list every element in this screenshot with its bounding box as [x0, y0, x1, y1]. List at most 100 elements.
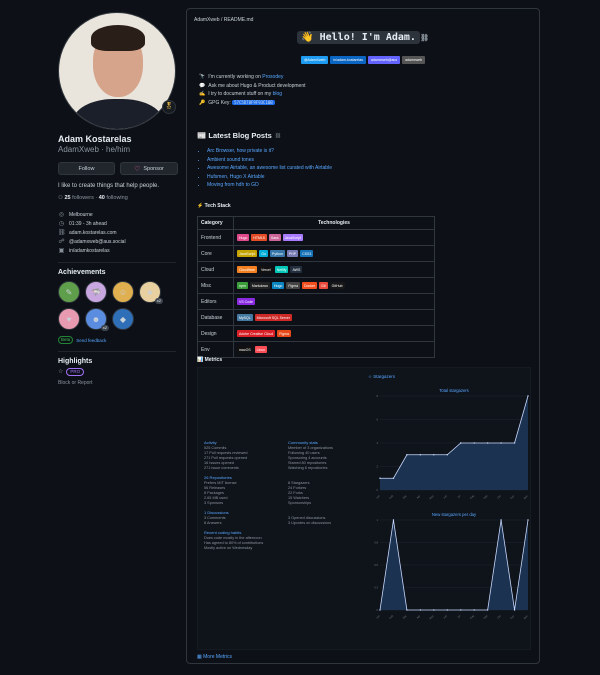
x-tick-label: Jun: [442, 493, 448, 499]
blog-section-title: 📰 Latest Blog Posts ⛓: [197, 131, 281, 140]
table-row: Database MySQL Microsoft SQL Server: [197, 309, 435, 326]
more-metrics-link[interactable]: ▦ More Metrics: [197, 654, 232, 660]
block-report-link[interactable]: Block or Report: [58, 380, 180, 386]
status-emoji[interactable]: 🎖: [162, 100, 176, 114]
gpg-key[interactable]: 57C5D78F9F93C10B: [232, 100, 275, 106]
tech-chips: Hugo HTML5 Sass JavaScript: [233, 229, 435, 246]
tech-chip: Go: [259, 250, 269, 257]
followers-count[interactable]: 25: [64, 195, 70, 201]
blog-post-link[interactable]: Hufsmen, Hugo X Airtable: [207, 174, 332, 183]
follow-button[interactable]: Follow: [58, 162, 115, 175]
pair-extraordinaire-badge[interactable]: ☻ x2: [85, 308, 109, 331]
intro-list: 🔭 I'm currently working on Prosodey 💬 Ask m…: [199, 73, 306, 107]
readme-path[interactable]: AdamXweb / README.md: [194, 17, 253, 23]
tech-chip: Python: [270, 250, 285, 257]
link-icon[interactable]: ⛓: [420, 34, 429, 42]
community-block: Community stats Member of 3 organizations…: [288, 440, 364, 471]
blog-post-link[interactable]: Arc Browser, how private is it?: [207, 148, 332, 157]
tech-category: Misc: [197, 277, 234, 294]
detail-text: Melbourne: [69, 211, 93, 218]
blog-post-link[interactable]: Moving from hdh to GD: [207, 182, 332, 191]
profile-detail[interactable]: ▣ in/adamkostarelas: [58, 246, 180, 255]
y-tick-label: 8: [377, 394, 379, 398]
x-tick-label: Dec: [523, 613, 530, 620]
tech-chip: Adobe Creative Cloud: [237, 330, 276, 337]
link-icon[interactable]: ⛓: [275, 133, 281, 139]
metrics-image[interactable]: Activity 525 Commits 17 Pull requests revi…: [197, 367, 531, 650]
intro-text: GPG Key: 57C5D78F9F93C10B: [208, 100, 275, 107]
chart-title: Total stargazers: [439, 388, 469, 393]
tech-chip: Vercel: [258, 266, 273, 273]
detail-text[interactable]: in/adamkostarelas: [69, 248, 110, 254]
avatar-shirt: [73, 99, 163, 129]
following-count[interactable]: 40: [99, 195, 105, 201]
detail-text[interactable]: adam.kostarelas.com: [69, 230, 117, 236]
detail-text[interactable]: @adamxweb@aus.social: [69, 239, 126, 245]
x-tick-label: Apr: [415, 494, 421, 500]
intro-link[interactable]: Prosodey: [262, 74, 283, 80]
blog-post-link[interactable]: Ambient sound tones: [207, 157, 332, 166]
social-badge[interactable]: adamxweb: [402, 56, 426, 64]
tech-chip: macOS: [237, 346, 253, 353]
intro-link[interactable]: blog: [273, 91, 282, 97]
starstruck-badge[interactable]: ★ x2: [139, 281, 163, 304]
tech-chip: PHP: [286, 250, 299, 257]
table-row: Misc npm Markdown Hugo Figma Docker Git GitHub: [197, 277, 435, 294]
sponsor-button[interactable]: ♡ Sponsor: [120, 162, 178, 175]
send-feedback-link[interactable]: Send feedback: [76, 338, 106, 343]
intro-item: 🔑 GPG Key: 57C5D78F9F93C10B: [199, 99, 306, 108]
avatar-hair: [91, 25, 145, 51]
tech-chips: macOS Linux: [233, 341, 435, 358]
table-row: Cloud Cloudflare Vercel Netlify AWS: [197, 261, 435, 278]
social-badge[interactable]: in/adam-kostarelas: [330, 56, 366, 64]
followers-label[interactable]: followers ·: [72, 195, 97, 201]
pull-shark-badge[interactable]: 🦈: [85, 281, 107, 303]
intro-item: 🔭 I'm currently working on Prosodey: [199, 73, 306, 82]
x-tick-label: Dec: [523, 493, 530, 500]
star-icon: ☆: [58, 369, 64, 375]
data-point: [446, 454, 448, 456]
beta-tag: Beta: [58, 336, 74, 344]
data-point: [446, 609, 448, 611]
metric-line: 3 Sponsors: [204, 501, 224, 505]
following-label[interactable]: following: [106, 195, 127, 201]
data-point: [527, 519, 529, 521]
intro-emoji: 💬: [199, 82, 206, 89]
profile-detail[interactable]: ☍ @adamxweb@aus.social: [58, 237, 180, 246]
tech-category: Design: [197, 325, 234, 342]
tech-chip: JavaScript: [282, 234, 303, 241]
profile-detail[interactable]: ⛓ adam.kostarelas.com: [58, 228, 180, 237]
profile-detail: ◎ Melbourne: [58, 210, 180, 219]
arctic-code-vault-badge[interactable]: ◆: [112, 308, 134, 330]
table-header: Technologies: [233, 216, 435, 230]
data-point: [406, 454, 408, 456]
table-row: Editors VS Code: [197, 293, 435, 310]
yolo-badge[interactable]: ✎: [58, 281, 80, 303]
data-point: [460, 609, 462, 611]
achievements-title[interactable]: Achievements: [58, 269, 180, 276]
data-point: [513, 609, 516, 611]
social-badge[interactable]: adamxweb@aus: [367, 56, 401, 64]
mastodon-icon: ☍: [58, 239, 65, 245]
x-tick-label: Sep: [482, 613, 488, 619]
pro-badge: PRO: [66, 368, 85, 376]
social-badge[interactable]: @AdamXweb: [300, 56, 329, 64]
tech-chip: Cloudflare: [237, 266, 257, 273]
public-sponsor-badge[interactable]: ♥: [58, 308, 80, 330]
tech-category: Core: [197, 245, 234, 262]
highlights: ☆ PRO: [58, 368, 180, 376]
y-tick-label: 2: [377, 465, 379, 469]
blog-post-link[interactable]: Awesome Airtable, an awesome list curate…: [207, 165, 332, 174]
profile-bio: I like to create things that help people…: [58, 183, 160, 189]
avatar[interactable]: [58, 12, 176, 130]
readme-heading: 👋 Hello! I'm Adam. ⛓: [187, 31, 539, 44]
repos-right-block: 8 Stargazers 24 Forkers 22 Forks 15 Watcher…: [288, 475, 364, 506]
intro-emoji: 🔑: [199, 100, 206, 107]
more-metrics-label: More Metrics: [203, 654, 233, 660]
metric-line: Watching 6 repositories: [288, 466, 328, 470]
x-tick-label: Aug: [469, 493, 475, 499]
x-tick-label: Nov: [509, 493, 516, 500]
intro-text: Ask me about Hugo & Product development: [208, 82, 306, 89]
chart-section-title: ☆ Stargazers: [368, 374, 396, 379]
quickdraw-badge[interactable]: ☺: [112, 281, 134, 303]
